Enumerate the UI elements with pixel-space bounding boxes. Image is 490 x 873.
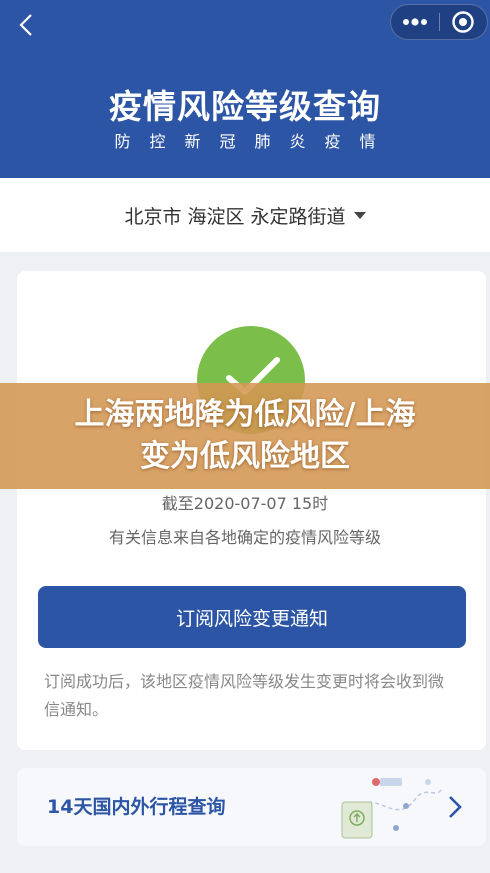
more-button[interactable] — [391, 5, 439, 39]
source-note: 有关信息来自各地确定的疫情风险等级 — [108, 528, 381, 547]
mini-program-capsule — [390, 4, 488, 40]
app-header: 疫情风险等级查询 防控新冠肺炎疫情 — [0, 0, 490, 178]
caret-down-icon — [353, 211, 366, 219]
page-title: 疫情风险等级查询 — [109, 87, 381, 126]
subscribe-button[interactable]: 订阅风险变更通知 — [38, 586, 466, 648]
banner-line-1: 上海两地降为低风险/上海 — [74, 397, 416, 432]
trip-query-label: 14天国内外行程查询 — [47, 796, 226, 818]
subscribe-note: 订阅成功后，该地区疫情风险等级发生变更时将会收到微信通知。 — [44, 672, 445, 719]
chevron-right-icon — [449, 796, 462, 818]
more-dots-icon — [402, 18, 427, 26]
close-button[interactable] — [439, 5, 487, 39]
banner-line-2: 变为低风险地区 — [140, 439, 350, 474]
page-subtitle: 防控新冠肺炎疫情 — [114, 132, 395, 151]
map-illustration-icon — [341, 778, 442, 839]
headline-banner: 上海两地降为低风险/上海 变为低风险地区 — [0, 383, 490, 489]
chevron-left-icon — [19, 14, 32, 36]
as-of-time: 截至2020-07-07 15时 — [161, 494, 329, 513]
location-selector[interactable]: 北京市 海淀区 永定路街道 — [0, 178, 490, 252]
target-circle-icon — [452, 11, 474, 33]
back-button[interactable] — [10, 8, 42, 42]
location-text: 北京市 海淀区 永定路街道 — [124, 205, 346, 228]
trip-query-card[interactable]: 14天国内外行程查询 — [17, 768, 486, 846]
